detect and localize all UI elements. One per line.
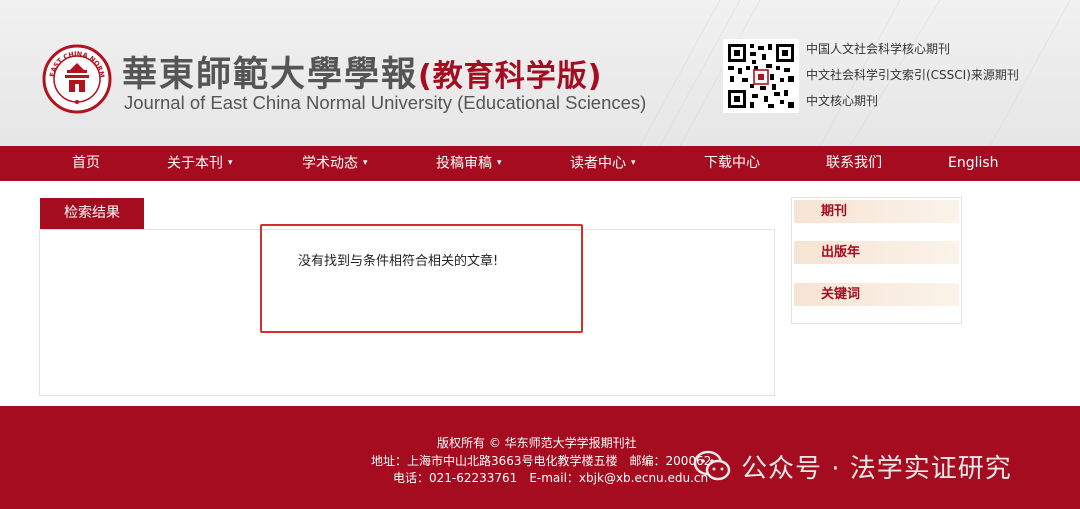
caret-down-icon: ▾ [497,158,502,168]
nav-item-contact[interactable]: 联系我们 [826,146,882,181]
nav-item-label: English [948,155,999,171]
nav-item-label: 读者中心 [570,155,626,172]
nav-item-label: 关于本刊 [167,155,223,172]
journal-title-en: Journal of East China Normal University … [124,92,647,113]
nav-item-submission[interactable]: 投稿审稿 ▾ [436,146,502,181]
nav-item-label: 投稿审稿 [436,155,492,172]
sidebar-item-journal[interactable]: 期刊 [794,200,959,223]
nav-item-academic-news[interactable]: 学术动态 ▾ [302,146,368,181]
nav-item-label: 联系我们 [826,155,882,171]
journal-edition-cn: (教育科学版) [418,59,603,94]
nav-item-label: 学术动态 [302,155,358,172]
journal-name-cn: 華東師範大學學報 [122,54,419,95]
wechat-icon [693,450,731,481]
main-navigation: 首页 关于本刊 ▾ 学术动态 ▾ 投稿审稿 ▾ 读者中心 ▾ 下载中心 联系我们 Eng… [0,146,1080,181]
no-results-message: 没有找到与条件相符合相关的文章! [298,254,499,269]
sidebar-item-publication-year[interactable]: 出版年 [794,241,959,264]
qr-code-graphic [726,42,796,110]
university-seal-logo: EAST CHINA NORMAL UNIVERSITY [42,44,112,114]
badge-line: 中文社会科学引文索引(CSSCI)来源期刊 [806,68,1019,82]
footer-contact: 电话：021-62233761 E-mail：xbjk@xb.ecnu.edu.… [393,471,709,485]
caret-down-icon: ▾ [631,158,636,168]
journal-title-cn: 華東師範大學學報(教育科学版) [122,46,602,97]
footer-address: 地址：上海市中山北路3663号电化教学楼五楼 邮编：200062 [371,454,712,468]
nav-item-label: 下载中心 [704,155,760,171]
footer-copyright: 版权所有 © 华东师范大学学报期刊社 [437,436,637,450]
badge-line: 中文核心期刊 [806,94,879,108]
tab-search-results[interactable]: 检索结果 [40,198,144,229]
watermark-text: 公众号 · 法学实证研究 [741,453,1012,484]
nav-item-reader-center[interactable]: 读者中心 ▾ [570,146,636,181]
indexing-badges: 中国人文社会科学核心期刊 中文社会科学引文索引(CSSCI)来源期刊 中文核心期… [806,41,1019,119]
nav-item-english[interactable]: English [948,146,999,181]
nav-item-label: 首页 [72,155,100,171]
badge-line: 中国人文社会科学核心期刊 [806,42,951,56]
filter-sidebar: 期刊 出版年 关键词 [791,197,962,324]
caret-down-icon: ▾ [363,158,368,168]
caret-down-icon: ▾ [228,158,233,168]
wechat-watermark: 公众号 · 法学实证研究 [693,446,1012,486]
nav-item-downloads[interactable]: 下载中心 [704,146,760,181]
nav-item-home[interactable]: 首页 [72,146,100,181]
highlight-annotation-box [260,224,583,333]
nav-item-about[interactable]: 关于本刊 ▾ [167,146,233,181]
qr-code-icon [723,39,799,113]
sidebar-item-keywords[interactable]: 关键词 [794,283,959,306]
site-header: EAST CHINA NORMAL UNIVERSITY 華東師範大學學報(教育… [0,0,1080,146]
